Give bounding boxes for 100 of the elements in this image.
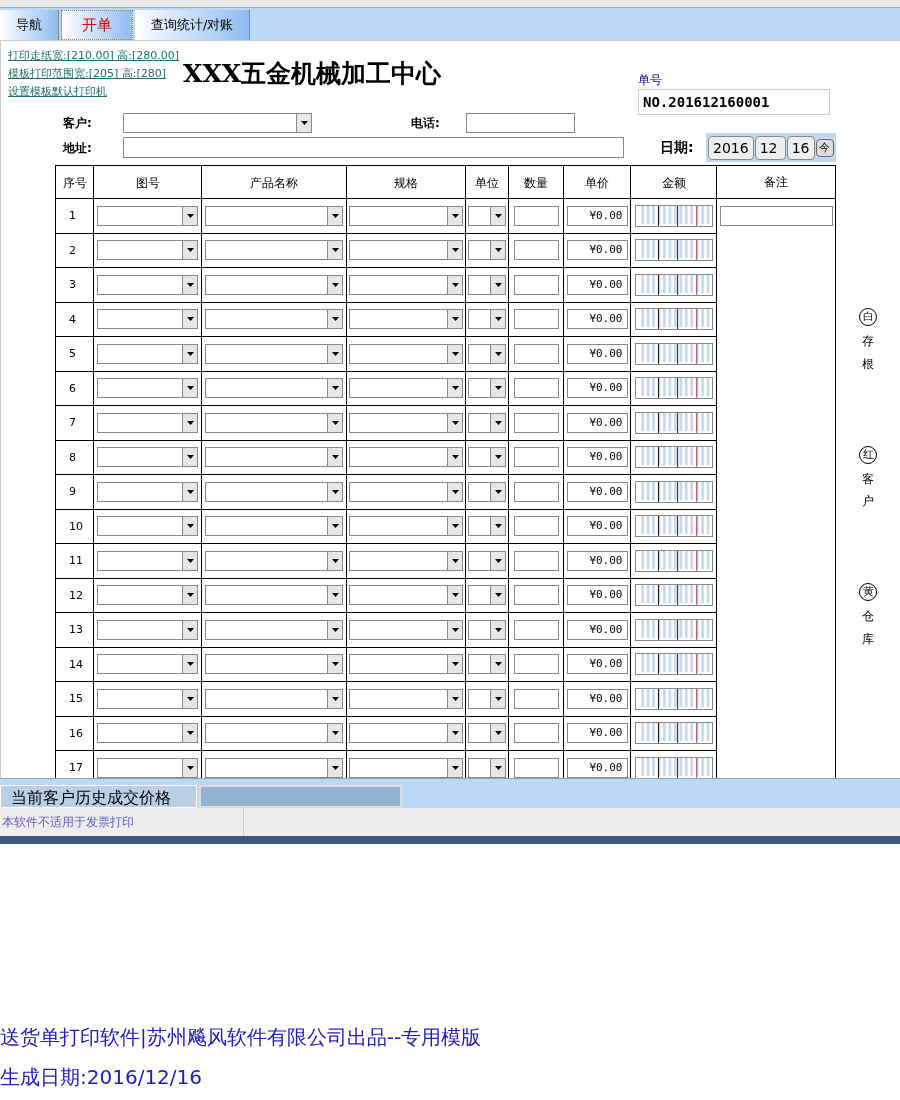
product-select[interactable] bbox=[205, 412, 343, 433]
unit-select[interactable] bbox=[468, 481, 506, 502]
quantity-field[interactable] bbox=[513, 240, 559, 261]
spec-select[interactable] bbox=[349, 240, 463, 261]
unit-select[interactable] bbox=[468, 447, 506, 468]
product-select[interactable] bbox=[205, 688, 343, 709]
quantity-field[interactable] bbox=[513, 619, 559, 640]
spec-select[interactable] bbox=[349, 619, 463, 640]
spec-select[interactable] bbox=[349, 309, 463, 330]
history-price-tab[interactable]: 当前客户历史成交价格 bbox=[0, 785, 197, 808]
spec-select[interactable] bbox=[349, 550, 463, 571]
quantity-field[interactable] bbox=[513, 378, 559, 399]
drawing-no-select[interactable] bbox=[97, 343, 198, 364]
quantity-field[interactable] bbox=[513, 723, 559, 744]
unit-price-field[interactable]: ¥0.00 bbox=[566, 412, 628, 433]
drawing-no-select[interactable] bbox=[97, 205, 198, 226]
unit-select[interactable] bbox=[468, 205, 506, 226]
unit-price-field[interactable]: ¥0.00 bbox=[566, 654, 628, 675]
drawing-no-select[interactable] bbox=[97, 516, 198, 537]
unit-select[interactable] bbox=[468, 274, 506, 295]
spec-select[interactable] bbox=[349, 723, 463, 744]
quantity-field[interactable] bbox=[513, 585, 559, 606]
unit-price-field[interactable]: ¥0.00 bbox=[566, 516, 628, 537]
phone-field[interactable] bbox=[466, 113, 575, 133]
unit-price-field[interactable]: ¥0.00 bbox=[566, 274, 628, 295]
drawing-no-select[interactable] bbox=[97, 274, 198, 295]
unit-select[interactable] bbox=[468, 723, 506, 744]
unit-price-field[interactable]: ¥0.00 bbox=[566, 447, 628, 468]
today-button[interactable]: 今 bbox=[815, 138, 834, 157]
date-picker[interactable]: 2016 12 16 今 bbox=[706, 133, 836, 162]
product-select[interactable] bbox=[205, 481, 343, 502]
spec-select[interactable] bbox=[349, 447, 463, 468]
product-select[interactable] bbox=[205, 550, 343, 571]
product-select[interactable] bbox=[205, 378, 343, 399]
product-select[interactable] bbox=[205, 654, 343, 675]
quantity-field[interactable] bbox=[513, 757, 559, 778]
unit-select[interactable] bbox=[468, 378, 506, 399]
quantity-field[interactable] bbox=[513, 550, 559, 571]
product-select[interactable] bbox=[205, 619, 343, 640]
tab[interactable]: 开单 bbox=[61, 10, 133, 40]
unit-price-field[interactable]: ¥0.00 bbox=[566, 757, 628, 778]
tab[interactable]: 导航 bbox=[0, 10, 59, 40]
product-select[interactable] bbox=[205, 723, 343, 744]
unit-select[interactable] bbox=[468, 550, 506, 571]
print-setting-link[interactable]: 打印走纸宽:[210.00] 高:[280.00] bbox=[8, 47, 183, 65]
product-select[interactable] bbox=[205, 516, 343, 537]
product-select[interactable] bbox=[205, 309, 343, 330]
unit-select[interactable] bbox=[468, 412, 506, 433]
unit-price-field[interactable]: ¥0.00 bbox=[566, 585, 628, 606]
spec-select[interactable] bbox=[349, 757, 463, 778]
spec-select[interactable] bbox=[349, 585, 463, 606]
spec-select[interactable] bbox=[349, 654, 463, 675]
drawing-no-select[interactable] bbox=[97, 309, 198, 330]
unit-price-field[interactable]: ¥0.00 bbox=[566, 205, 628, 226]
drawing-no-select[interactable] bbox=[97, 585, 198, 606]
spec-select[interactable] bbox=[349, 688, 463, 709]
drawing-no-select[interactable] bbox=[97, 550, 198, 571]
product-select[interactable] bbox=[205, 447, 343, 468]
spec-select[interactable] bbox=[349, 205, 463, 226]
unit-price-field[interactable]: ¥0.00 bbox=[566, 309, 628, 330]
print-setting-link[interactable]: 设置模板默认打印机 bbox=[8, 83, 183, 101]
month-field[interactable]: 12 bbox=[754, 135, 786, 160]
product-select[interactable] bbox=[205, 274, 343, 295]
drawing-no-select[interactable] bbox=[97, 378, 198, 399]
unit-price-field[interactable]: ¥0.00 bbox=[566, 481, 628, 502]
unit-price-field[interactable]: ¥0.00 bbox=[566, 343, 628, 364]
quantity-field[interactable] bbox=[513, 447, 559, 468]
spec-select[interactable] bbox=[349, 378, 463, 399]
quantity-field[interactable] bbox=[513, 516, 559, 537]
unit-price-field[interactable]: ¥0.00 bbox=[566, 240, 628, 261]
drawing-no-select[interactable] bbox=[97, 412, 198, 433]
quantity-field[interactable] bbox=[513, 654, 559, 675]
address-field[interactable] bbox=[123, 137, 624, 158]
product-select[interactable] bbox=[205, 205, 343, 226]
unit-price-field[interactable]: ¥0.00 bbox=[566, 378, 628, 399]
drawing-no-select[interactable] bbox=[97, 481, 198, 502]
unit-select[interactable] bbox=[468, 688, 506, 709]
unit-select[interactable] bbox=[468, 240, 506, 261]
spec-select[interactable] bbox=[349, 516, 463, 537]
product-select[interactable] bbox=[205, 585, 343, 606]
unit-select[interactable] bbox=[468, 619, 506, 640]
order-number-field[interactable]: NO.201612160001 bbox=[638, 89, 830, 115]
drawing-no-select[interactable] bbox=[97, 757, 198, 778]
product-select[interactable] bbox=[205, 343, 343, 364]
spec-select[interactable] bbox=[349, 412, 463, 433]
quantity-field[interactable] bbox=[513, 688, 559, 709]
day-field[interactable]: 16 bbox=[786, 135, 815, 160]
drawing-no-select[interactable] bbox=[97, 723, 198, 744]
tab[interactable]: 查询统计/对账 bbox=[135, 10, 251, 40]
quantity-field[interactable] bbox=[513, 274, 559, 295]
spec-select[interactable] bbox=[349, 343, 463, 364]
product-select[interactable] bbox=[205, 757, 343, 778]
unit-select[interactable] bbox=[468, 757, 506, 778]
year-field[interactable]: 2016 bbox=[708, 135, 754, 160]
drawing-no-select[interactable] bbox=[97, 688, 198, 709]
unit-select[interactable] bbox=[468, 516, 506, 537]
quantity-field[interactable] bbox=[513, 412, 559, 433]
unit-select[interactable] bbox=[468, 654, 506, 675]
unit-price-field[interactable]: ¥0.00 bbox=[566, 550, 628, 571]
spec-select[interactable] bbox=[349, 481, 463, 502]
